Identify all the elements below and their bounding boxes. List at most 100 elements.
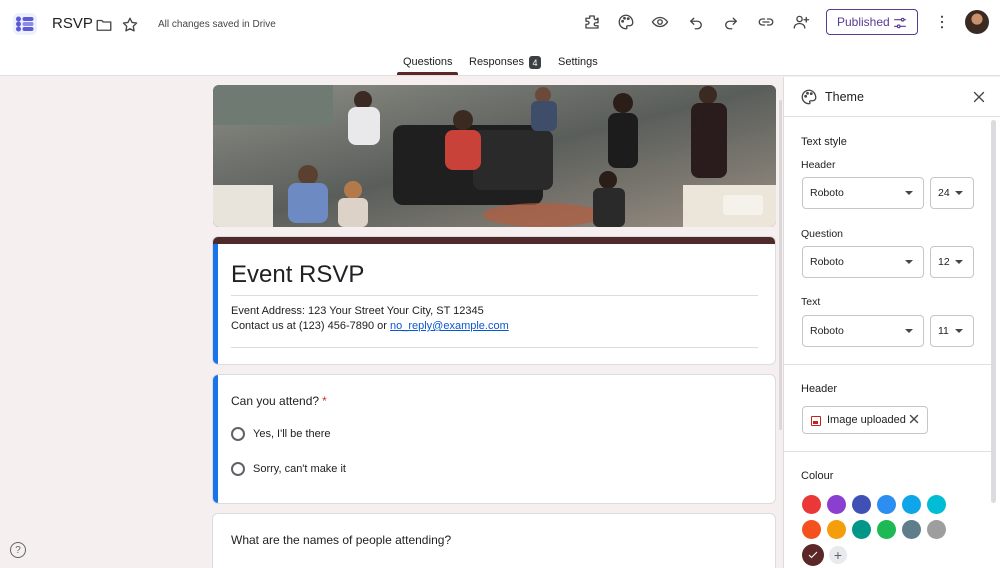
top-bar: RSVP All changes saved in Drive Publishe… [0,0,1000,76]
form-scrollbar[interactable] [779,100,782,430]
colour-swatch[interactable] [852,520,871,539]
save-status: All changes saved in Drive [158,19,276,30]
text-style-heading: Text style [801,136,847,148]
radio-option-no[interactable]: Sorry, can't make it [231,462,346,476]
form-description[interactable]: Event Address: 123 Your Street Your City… [231,304,509,334]
colour-swatch[interactable] [802,495,821,514]
forms-app-logo-icon[interactable] [12,11,38,37]
link-icon[interactable] [754,10,778,34]
undo-icon[interactable] [684,10,708,34]
add-collaborator-icon[interactable] [789,10,813,34]
more-vert-icon[interactable] [930,10,954,34]
description-divider [231,347,758,348]
colour-swatch[interactable] [902,495,921,514]
redo-icon[interactable] [719,10,743,34]
select-value: Roboto [810,256,844,268]
header-image [213,85,776,227]
help-icon[interactable]: ? [10,542,26,558]
colour-swatch[interactable] [927,495,946,514]
panel-scrollbar[interactable] [991,120,996,503]
colour-swatch[interactable] [827,495,846,514]
dropdown-caret-icon [955,329,963,333]
preview-eye-icon[interactable] [648,10,672,34]
question-title: Can you attend? * [231,394,327,408]
document-title[interactable]: RSVP [52,15,93,32]
header-section-heading: Header [801,383,838,395]
header-size-select[interactable]: 24 [930,177,974,209]
tab-questions[interactable]: Questions [403,56,453,68]
question-font-select[interactable]: Roboto [802,246,924,278]
colour-section-heading: Colour [801,470,834,482]
published-label: Published [837,15,890,29]
theme-panel-header: Theme [784,77,1000,117]
contact-text: Contact us at (123) 456-7890 or [231,320,390,332]
theme-panel-title: Theme [825,90,864,104]
colour-swatch[interactable] [927,520,946,539]
select-value: 11 [938,325,949,337]
select-value: Roboto [810,325,844,337]
published-button[interactable]: Published [826,9,918,35]
event-address: Event Address: 123 Your Street Your City… [231,305,484,317]
dropdown-caret-icon [905,329,913,333]
colour-swatch[interactable] [802,520,821,539]
publish-settings-icon [894,17,906,29]
add-ons-icon[interactable] [580,10,604,34]
text-font-label: Text [801,296,821,308]
theme-panel: Theme Text style Header Roboto 24 Questi… [783,77,1000,568]
avatar[interactable] [965,10,989,34]
option-label: Sorry, can't make it [253,463,346,475]
question-size-select[interactable]: 12 [930,246,974,278]
star-icon[interactable] [118,13,142,37]
palette-icon [797,85,821,109]
active-card-indicator [213,244,218,364]
required-asterisk: * [322,394,327,408]
responses-count-badge: 4 [529,56,541,69]
radio-button[interactable] [231,427,245,441]
question-text: Can you attend? [231,394,320,408]
active-card-indicator [213,375,218,503]
editor-tabs: Questions Responses 4 Settings [0,50,1000,76]
contact-email-link[interactable]: no_reply@example.com [390,320,509,332]
add-custom-colour-icon[interactable]: + [829,546,847,564]
section-divider [784,451,992,452]
header-image-chip[interactable]: Image uploaded [802,406,928,434]
text-size-select[interactable]: 11 [930,315,974,347]
dropdown-caret-icon [905,191,913,195]
active-tab-indicator [397,72,458,75]
question-card-names[interactable]: What are the names of people attending? [212,513,776,568]
colour-swatch[interactable] [902,520,921,539]
question-title: What are the names of people attending? [231,533,452,547]
check-icon [808,551,818,559]
palette-icon[interactable] [614,10,638,34]
question-card-attendance[interactable]: Can you attend? * Yes, I'll be there Sorr… [212,374,776,504]
select-value: 24 [938,187,950,199]
contact-line: Contact us at (123) 456-7890 or no_reply… [231,319,509,334]
header-font-label: Header [801,159,836,171]
radio-option-yes[interactable]: Yes, I'll be there [231,427,331,441]
title-divider [231,295,758,296]
text-font-select[interactable]: Roboto [802,315,924,347]
theme-color-band [213,237,775,244]
image-icon [811,416,821,426]
colour-swatch[interactable] [877,495,896,514]
form-title[interactable]: Event RSVP [231,261,364,289]
tab-responses[interactable]: Responses [469,56,524,68]
tab-settings[interactable]: Settings [558,56,598,68]
colour-swatch[interactable] [852,495,871,514]
dropdown-caret-icon [905,260,913,264]
chip-label: Image uploaded [827,414,906,426]
dropdown-caret-icon [955,260,963,264]
dropdown-caret-icon [955,191,963,195]
colour-swatch[interactable] [877,520,896,539]
close-icon[interactable] [967,85,991,109]
header-font-select[interactable]: Roboto [802,177,924,209]
colour-swatch-selected[interactable] [802,544,824,566]
remove-image-icon[interactable] [907,412,921,426]
radio-button[interactable] [231,462,245,476]
form-title-card[interactable]: Event RSVP Event Address: 123 Your Stree… [212,236,776,365]
question-font-label: Question [801,228,844,240]
folder-icon[interactable] [92,13,116,37]
colour-swatch[interactable] [827,520,846,539]
section-divider [784,364,992,365]
option-label: Yes, I'll be there [253,428,331,440]
